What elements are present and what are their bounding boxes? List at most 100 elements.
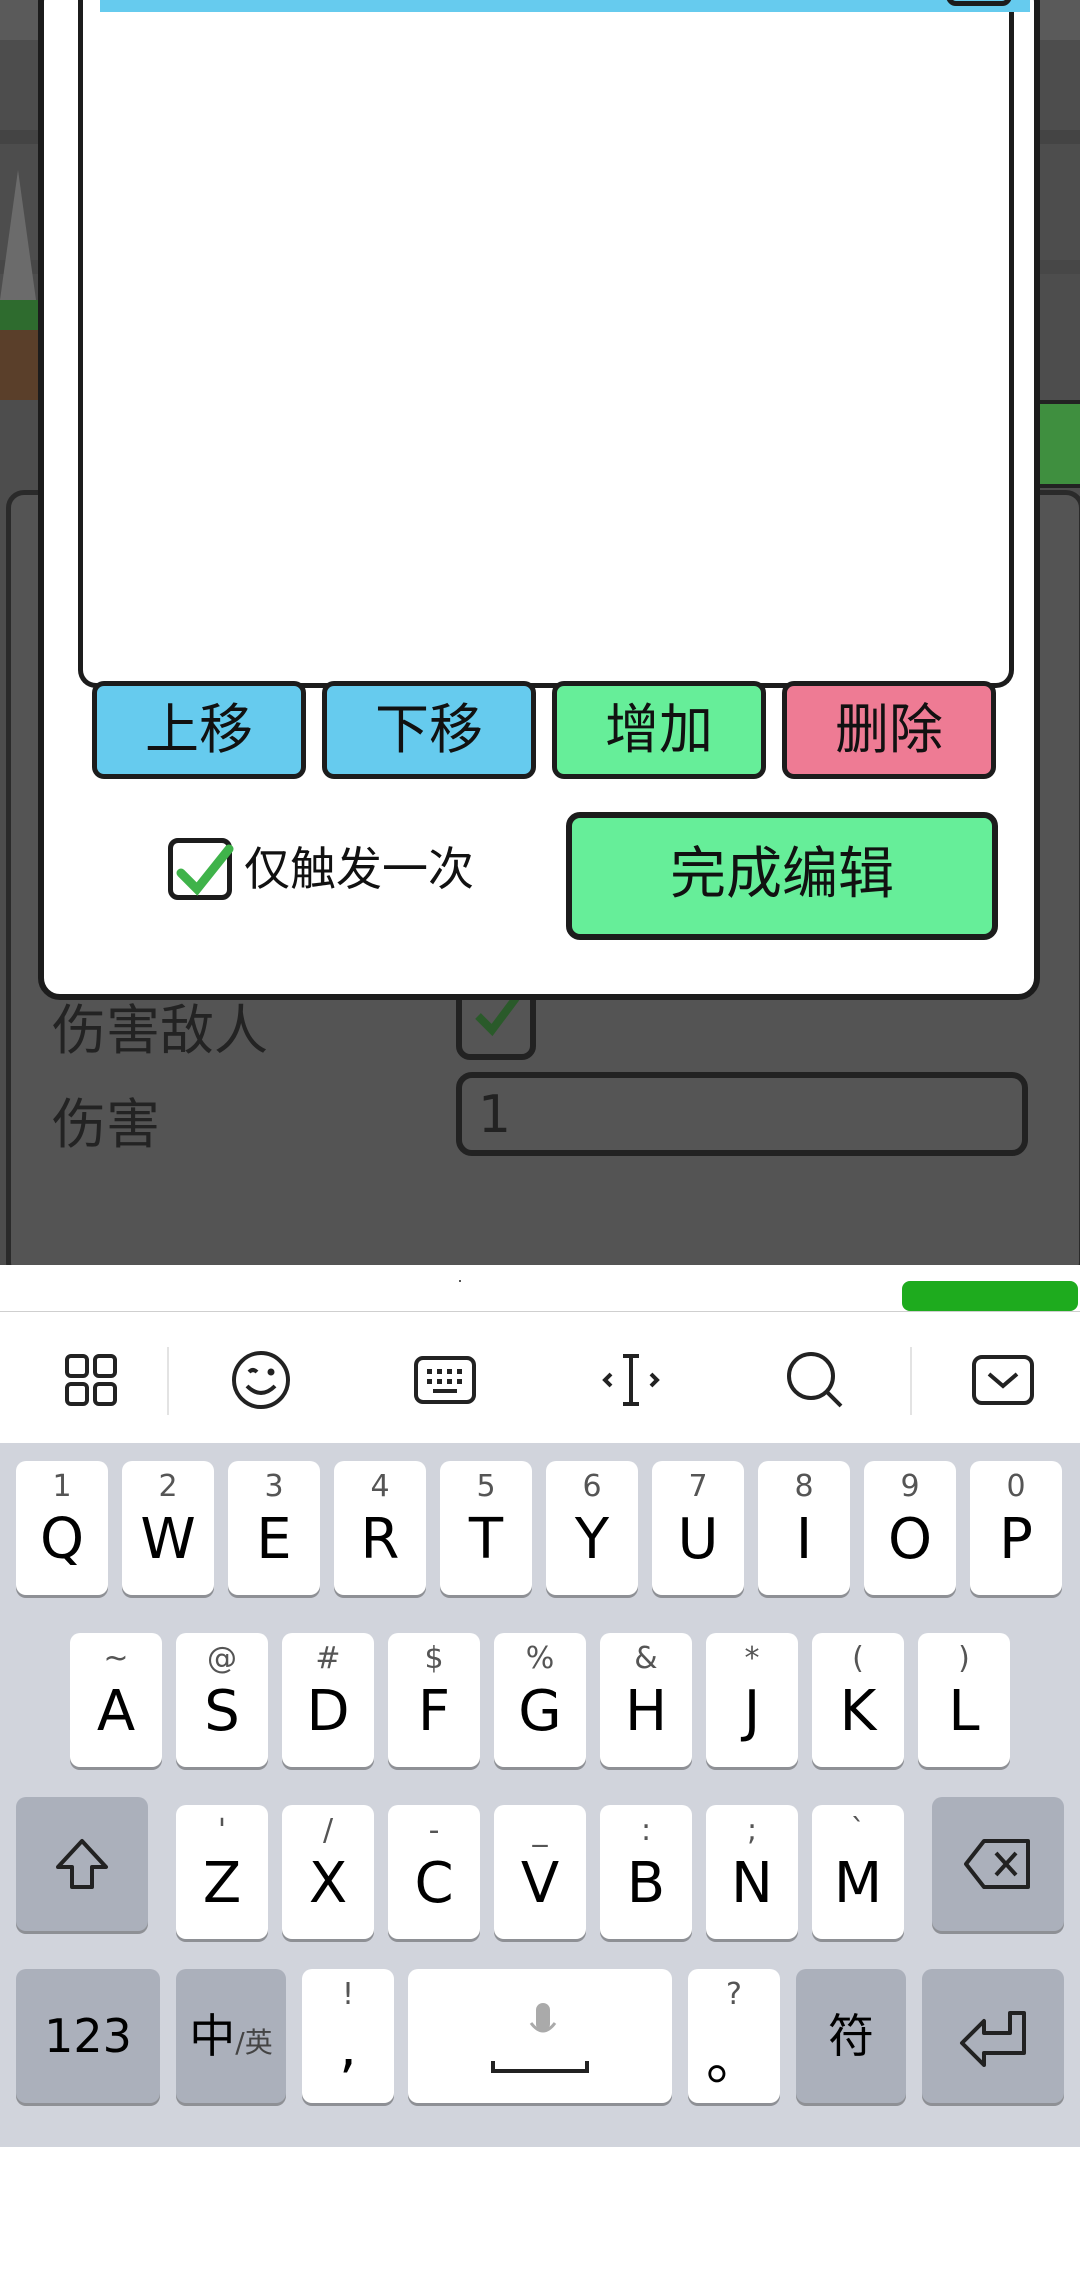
finish-edit-button[interactable]: 完成编辑	[566, 812, 998, 940]
key-b[interactable]: :B	[600, 1805, 692, 1939]
trigger-once-checkbox[interactable]	[168, 838, 234, 900]
backspace-key[interactable]	[932, 1797, 1064, 1931]
key-main-label: E	[256, 1507, 292, 1572]
cursor-icon[interactable]	[586, 1335, 676, 1425]
toolbar-separator	[910, 1347, 912, 1415]
key-u[interactable]: 7U	[652, 1461, 744, 1595]
key-main-label: K	[839, 1679, 877, 1744]
trigger-edit-dialog: 上移 下移 增加 删除 仅触发一次 完成编辑	[38, 0, 1040, 1000]
key-sub-label: )	[958, 1641, 970, 1676]
key-t[interactable]: 5T	[440, 1461, 532, 1595]
search-icon[interactable]	[770, 1335, 860, 1425]
key-m[interactable]: ` M	[812, 1805, 904, 1939]
key-sub-label: -	[428, 1813, 440, 1848]
key-main-label: I	[795, 1507, 813, 1572]
grid-icon[interactable]	[46, 1335, 136, 1425]
key-p[interactable]: 0P	[970, 1461, 1062, 1595]
emoji-icon[interactable]	[216, 1335, 306, 1425]
key-i[interactable]: 8I	[758, 1461, 850, 1595]
key-main-label: U	[677, 1507, 719, 1572]
key-main-label: B	[626, 1851, 666, 1916]
space-key[interactable]	[408, 1969, 672, 2103]
selected-list-item[interactable]	[100, 0, 1030, 12]
key-d[interactable]: # D	[282, 1633, 374, 1767]
key-main-label: J	[743, 1679, 761, 1744]
key-main-label: R	[360, 1507, 400, 1572]
key-f[interactable]: $ F	[388, 1633, 480, 1767]
language-switch-key[interactable]: 中/英	[176, 1969, 286, 2103]
backspace-icon	[964, 1839, 1030, 1889]
key-y[interactable]: 6Y	[546, 1461, 638, 1595]
comma-key[interactable]: ! ,	[302, 1969, 394, 2103]
keyboard: 1Q2W3E4R5T6Y7U8I9O0P ~ A @ S # D $ F% G & H * J(K) L …	[0, 1265, 1080, 2147]
key-q[interactable]: 1Q	[16, 1461, 108, 1595]
shift-key[interactable]	[16, 1797, 148, 1931]
move-up-button[interactable]: 上移	[92, 681, 306, 779]
key-j[interactable]: * J	[706, 1633, 798, 1767]
keyboard-icon[interactable]	[400, 1335, 490, 1425]
language-key-main: 中	[189, 2009, 236, 2063]
dot	[459, 1280, 461, 1282]
microphone-icon	[529, 2003, 557, 2033]
key-sub-label: %	[525, 1641, 555, 1676]
language-key-sub: /英	[235, 2026, 273, 2059]
key-k[interactable]: (K	[812, 1633, 904, 1767]
key-main-label: H	[624, 1679, 668, 1744]
progress-indicator	[902, 1281, 1078, 1311]
symbols-key[interactable]: 符	[796, 1969, 906, 2103]
key-main-label: V	[520, 1851, 560, 1916]
list-item-button[interactable]	[946, 0, 1012, 6]
key-s[interactable]: @ S	[176, 1633, 268, 1767]
key-g[interactable]: % G	[494, 1633, 586, 1767]
key-main-label: N	[731, 1851, 773, 1916]
key-main-label: Z	[202, 1851, 242, 1916]
key-x[interactable]: / X	[282, 1805, 374, 1939]
action-list[interactable]	[78, 0, 1014, 688]
key-sub-label: _	[532, 1813, 548, 1848]
key-sub-label: *	[744, 1641, 760, 1676]
key-h[interactable]: & H	[600, 1633, 692, 1767]
damage-input[interactable]: 1	[456, 1072, 1028, 1156]
check-icon	[176, 844, 234, 896]
key-v[interactable]: _ V	[494, 1805, 586, 1939]
add-button[interactable]: 增加	[552, 681, 766, 779]
key-w[interactable]: 2W	[122, 1461, 214, 1595]
key-a[interactable]: ~ A	[70, 1633, 162, 1767]
key-o[interactable]: 9O	[864, 1461, 956, 1595]
key-main-label: P	[999, 1507, 1033, 1572]
dirt-tile	[0, 330, 40, 400]
key-c[interactable]: -C	[388, 1805, 480, 1939]
enter-key[interactable]	[922, 1969, 1064, 2103]
shift-icon	[56, 1839, 108, 1889]
move-down-button[interactable]: 下移	[322, 681, 536, 779]
key-sub-label: #	[315, 1641, 341, 1676]
key-sub-label: 9	[900, 1469, 920, 1504]
trigger-once-label: 仅触发一次	[244, 842, 474, 896]
key-l[interactable]: ) L	[918, 1633, 1010, 1767]
key-main-label: D	[306, 1679, 350, 1744]
key-main-label: A	[96, 1679, 136, 1744]
key-sub-label: :	[640, 1813, 652, 1848]
delete-button[interactable]: 删除	[782, 681, 996, 779]
enter-icon	[960, 2011, 1026, 2067]
key-n[interactable]: ; N	[706, 1805, 798, 1939]
key-e[interactable]: 3E	[228, 1461, 320, 1595]
key-z[interactable]: ' Z	[176, 1805, 268, 1939]
key-main-label: T	[468, 1507, 504, 1572]
period-key-sub: ?	[726, 1977, 742, 2012]
period-key[interactable]: ? 。	[688, 1969, 780, 2103]
key-sub-label: '	[217, 1813, 227, 1848]
keyboard-toolbar	[0, 1315, 1080, 1443]
hide-keyboard-icon[interactable]	[958, 1335, 1048, 1425]
space-bar-icon	[491, 2061, 589, 2073]
key-r[interactable]: 4R	[334, 1461, 426, 1595]
key-sub-label: 1	[52, 1469, 72, 1504]
key-main-label: W	[140, 1507, 196, 1572]
key-sub-label: ~	[103, 1641, 129, 1676]
key-sub-label: `	[850, 1813, 866, 1848]
damage-label: 伤害	[52, 1093, 160, 1156]
key-sub-label: 3	[264, 1469, 284, 1504]
key-main-label: M	[833, 1851, 883, 1916]
numbers-key[interactable]: 123	[16, 1969, 160, 2103]
key-main-label: Y	[574, 1507, 610, 1572]
